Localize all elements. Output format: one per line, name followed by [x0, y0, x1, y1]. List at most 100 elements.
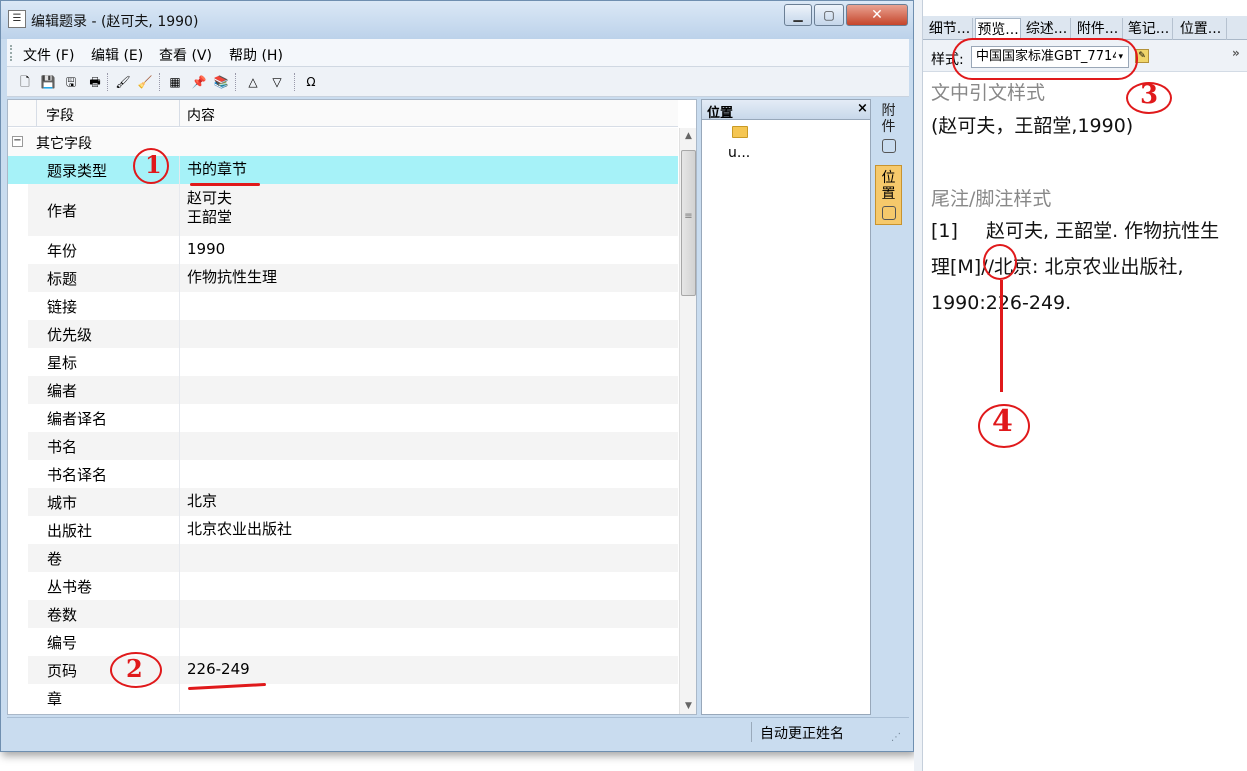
field-row[interactable]: 作者 赵可夫 王韶堂 [8, 184, 678, 236]
menu-file[interactable]: 文件 (F) [23, 45, 74, 65]
field-name: 年份 [47, 242, 78, 260]
side-tab-position[interactable]: 位置 [875, 165, 902, 225]
field-row[interactable]: 卷数 [8, 600, 678, 628]
toolbar: 🗋 💾 🖫 🖶 🖌 🧹 ▦ 📌 📚 △ ▽ Ω [7, 67, 909, 97]
column-divider [179, 544, 180, 572]
omega-icon[interactable]: Ω [303, 74, 319, 90]
field-row[interactable]: 卷 [8, 544, 678, 572]
title-bar[interactable]: ☰ 编辑题录 - (赵可夫, 1990) ▁ ▢ ✕ [1, 1, 913, 39]
row-indent [8, 348, 28, 376]
field-value[interactable]: 书的章节 [187, 160, 247, 179]
field-value[interactable]: 1990 [187, 240, 225, 259]
field-name: 书名译名 [47, 466, 108, 484]
field-row[interactable]: 书名译名 [8, 460, 678, 488]
scroll-thumb[interactable]: ≡ [681, 150, 696, 296]
move-down-icon[interactable]: ▽ [269, 74, 285, 90]
preview-tab[interactable]: 附件... [1073, 18, 1123, 40]
collapse-icon[interactable]: − [12, 136, 23, 147]
column-divider [179, 156, 180, 184]
row-indent [8, 544, 28, 572]
edit-reference-dialog: ☰ 编辑题录 - (赵可夫, 1990) ▁ ▢ ✕ 文件 (F) 编辑 (E)… [0, 0, 914, 752]
row-indent [8, 156, 28, 184]
column-divider [179, 320, 180, 348]
window-title: 编辑题录 - (赵可夫, 1990) [31, 14, 199, 30]
field-row[interactable]: 题录类型 书的章节 [8, 156, 678, 184]
field-row[interactable]: 城市 北京 [8, 488, 678, 516]
brush-icon[interactable]: 🖌 [115, 74, 131, 90]
field-row[interactable]: 优先级 [8, 320, 678, 348]
field-row[interactable]: 星标 [8, 348, 678, 376]
preview-tab[interactable]: 笔记... [1125, 18, 1173, 40]
move-up-icon[interactable]: △ [245, 74, 261, 90]
field-value[interactable]: 赵可夫 王韶堂 [187, 189, 232, 227]
folder-icon[interactable] [732, 126, 748, 138]
maximize-button[interactable]: ▢ [814, 4, 844, 26]
pane-splitter[interactable] [914, 0, 922, 771]
menu-view[interactable]: 查看 (V) [159, 45, 212, 65]
group-row-other-fields[interactable]: − 其它字段 [8, 128, 678, 156]
library-icon[interactable]: 📚 [213, 74, 229, 90]
grid-scrollbar[interactable]: ▲ ≡ ▼ [679, 128, 696, 714]
column-divider [179, 292, 180, 320]
field-row[interactable]: 书名 [8, 432, 678, 460]
field-row[interactable]: 章 [8, 684, 678, 712]
side-tab-attachment[interactable]: 附件 [875, 103, 902, 161]
preview-tab[interactable]: 综述... [1023, 18, 1071, 40]
field-row[interactable]: 丛书卷 [8, 572, 678, 600]
annotation-number-3: 3 [1140, 80, 1159, 110]
field-name: 标题 [47, 270, 78, 288]
field-value[interactable]: 226-249 [187, 660, 250, 679]
close-icon[interactable]: × [857, 101, 868, 116]
minimize-button[interactable]: ▁ [784, 4, 812, 26]
field-row[interactable]: 链接 [8, 292, 678, 320]
intext-style-title: 文中引文样式 [931, 82, 1046, 104]
preview-tab[interactable]: 位置... [1175, 18, 1227, 40]
menu-grip [10, 45, 13, 61]
header-divider [179, 100, 180, 127]
field-row[interactable]: 编号 [8, 628, 678, 656]
field-row[interactable]: 编者译名 [8, 404, 678, 432]
auto-correct-names-status[interactable]: 自动更正姓名 [760, 723, 844, 743]
scroll-up-arrow[interactable]: ▲ [680, 128, 697, 144]
pin-icon[interactable]: 📌 [191, 74, 207, 90]
annotation-number-4: 4 [992, 404, 1013, 439]
intext-citation-text: (赵可夫，王韶堂,1990) [931, 115, 1134, 137]
scroll-down-arrow[interactable]: ▼ [680, 698, 697, 714]
column-divider [179, 404, 180, 432]
grid-icon[interactable]: ▦ [167, 74, 183, 90]
menu-edit[interactable]: 编辑 (E) [91, 45, 143, 65]
field-name: 出版社 [47, 522, 93, 540]
field-row[interactable]: 编者 [8, 376, 678, 404]
preview-tab[interactable]: 细节... [927, 18, 973, 40]
print-icon[interactable]: 🖶 [87, 74, 103, 90]
resize-grip-icon[interactable]: ⋰ [891, 732, 901, 743]
position-item[interactable]: u... [728, 145, 750, 161]
row-indent [8, 488, 28, 516]
preview-tab[interactable]: 预览... [975, 18, 1021, 40]
field-value[interactable]: 作物抗性生理 [187, 268, 277, 287]
row-indent [8, 600, 28, 628]
close-button[interactable]: ✕ [846, 4, 908, 26]
clear-icon[interactable]: 🧹 [137, 74, 153, 90]
menu-help[interactable]: 帮助 (H) [229, 45, 283, 65]
field-row[interactable]: 标题 作物抗性生理 [8, 264, 678, 292]
column-divider [179, 460, 180, 488]
column-header-field[interactable]: 字段 [46, 105, 74, 125]
field-value[interactable]: 北京 [187, 492, 217, 511]
field-row[interactable]: 出版社 北京农业出版社 [8, 516, 678, 544]
field-value[interactable]: 北京农业出版社 [187, 520, 292, 539]
save-all-icon[interactable]: 🖫 [63, 74, 79, 90]
row-indent [8, 684, 28, 712]
field-row[interactable]: 年份 1990 [8, 236, 678, 264]
save-icon[interactable]: 💾 [40, 74, 56, 90]
column-header-content[interactable]: 内容 [187, 105, 215, 125]
overflow-chevron-icon[interactable]: » [1232, 46, 1240, 60]
column-divider [179, 628, 180, 656]
row-indent [8, 184, 28, 236]
new-doc-icon[interactable]: 🗋 [17, 74, 33, 90]
annotation-number-2: 2 [126, 654, 143, 683]
position-panel-title: 位置 [707, 106, 734, 121]
field-row[interactable]: 页码 226-249 [8, 656, 678, 684]
preview-tab-bar: 细节... 预览... 综述... 附件... 笔记... 位置... [923, 16, 1247, 40]
row-indent [8, 320, 28, 348]
